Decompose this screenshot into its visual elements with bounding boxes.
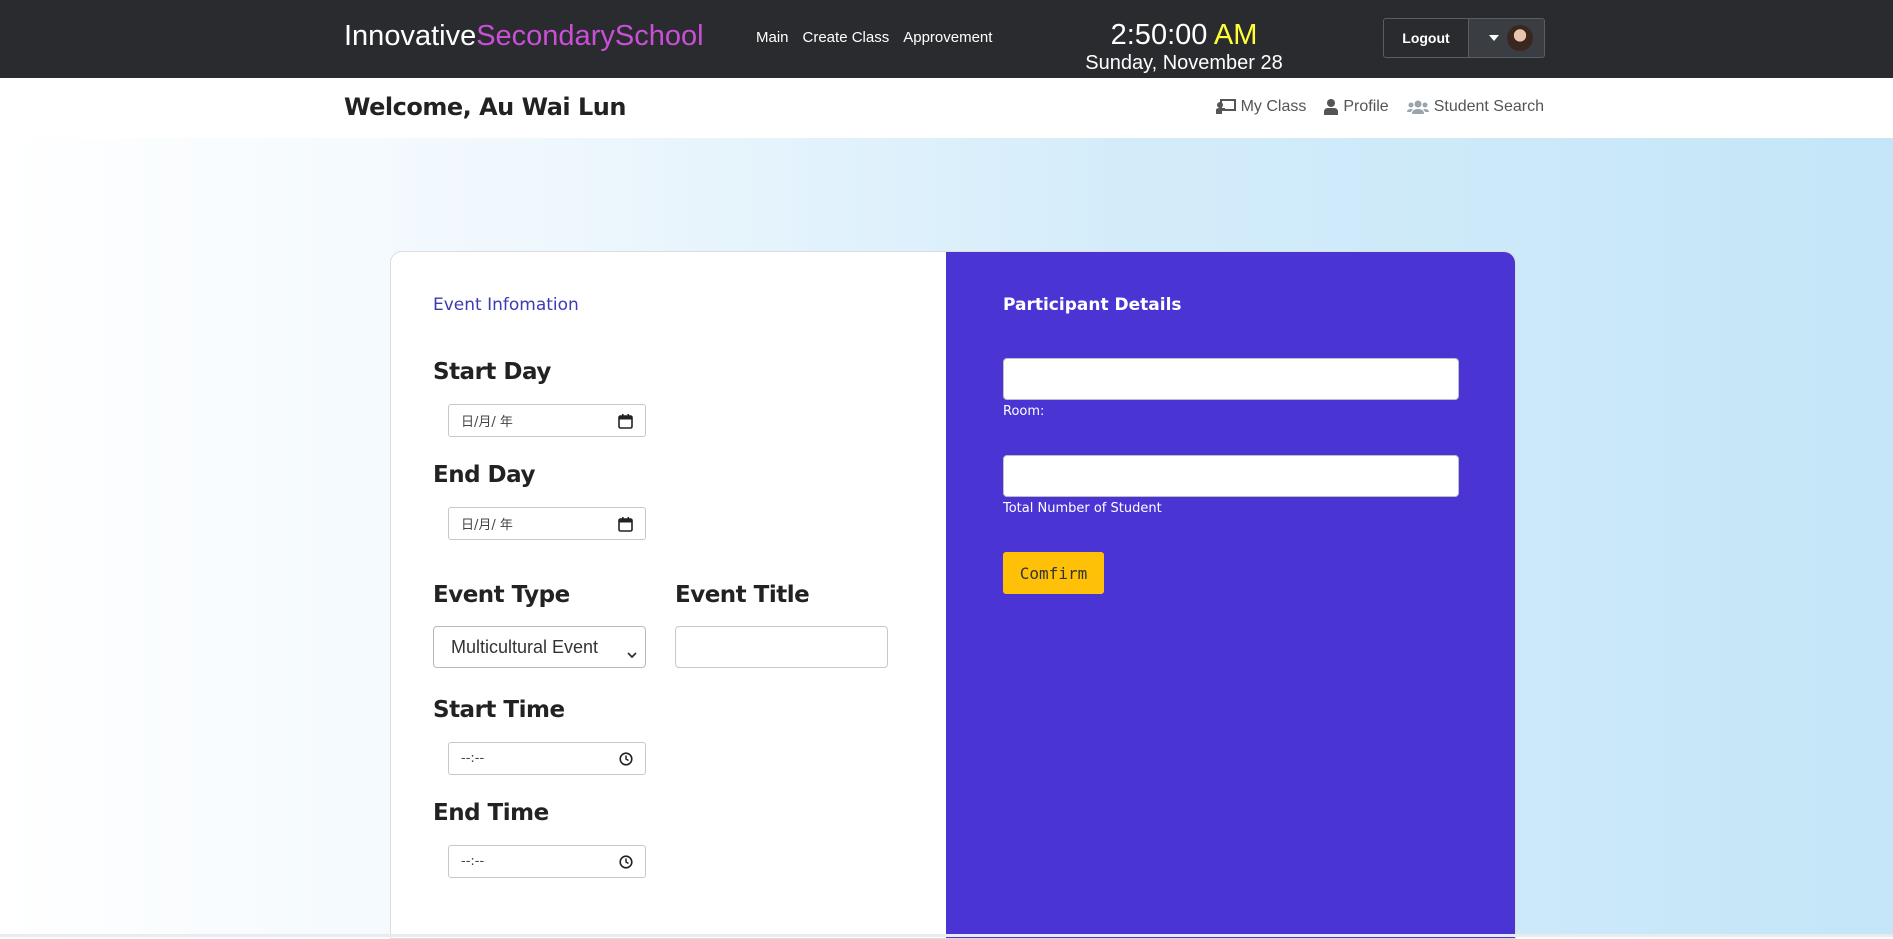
- nav-link-main[interactable]: Main: [756, 29, 789, 46]
- start-time-placeholder: --:--: [461, 751, 485, 766]
- link-student-search[interactable]: Student Search: [1406, 98, 1544, 116]
- clock-icon[interactable]: [619, 855, 633, 873]
- event-type-select[interactable]: Multicultural Event: [433, 626, 646, 668]
- main-nav: Main Create Class Approvement: [756, 29, 992, 46]
- confirm-button[interactable]: Comfirm: [1003, 552, 1104, 594]
- event-type-label: Event Type: [433, 582, 570, 608]
- user-icon: [1324, 99, 1339, 115]
- event-form-card: Event Infomation Start Day 日/月/ 年 End Da…: [390, 251, 1516, 939]
- event-type-value: Multicultural Event: [451, 636, 599, 657]
- chevron-down-icon: [627, 643, 637, 664]
- end-time-input[interactable]: --:--: [448, 845, 646, 878]
- clock-time: 2:50:00: [1110, 19, 1208, 51]
- link-profile-label: Profile: [1343, 98, 1389, 115]
- logout-button[interactable]: Logout: [1383, 18, 1469, 58]
- avatar: [1507, 25, 1533, 51]
- event-title-input[interactable]: [675, 626, 888, 668]
- room-caption: Room:: [1003, 404, 1045, 419]
- end-time-label: End Time: [433, 800, 549, 826]
- start-time-label: Start Time: [433, 697, 565, 723]
- event-info-title: Event Infomation: [433, 295, 579, 315]
- welcome-message: Welcome, Au Wai Lun: [344, 93, 626, 121]
- sub-header: Welcome, Au Wai Lun My Class Profile Stu…: [0, 78, 1893, 138]
- start-day-label: Start Day: [433, 359, 551, 385]
- clock-time-row: 2:50:00 AM: [1078, 18, 1290, 52]
- participant-details-pane: Participant Details Room: Total Number o…: [946, 252, 1515, 938]
- caret-down-icon: [1489, 35, 1499, 41]
- end-time-placeholder: --:--: [461, 854, 485, 869]
- users-icon: [1406, 99, 1429, 115]
- chalkboard-teacher-icon: [1215, 99, 1236, 115]
- clock-icon[interactable]: [619, 752, 633, 770]
- top-navbar: InnovativeSecondarySchool Main Create Cl…: [0, 0, 1893, 78]
- total-students-input[interactable]: [1003, 455, 1459, 497]
- nav-link-approvement[interactable]: Approvement: [903, 29, 992, 46]
- brand-logo[interactable]: InnovativeSecondarySchool: [344, 20, 704, 53]
- brand-accent: SecondarySchool: [476, 20, 704, 52]
- event-title-label: Event Title: [675, 582, 810, 608]
- room-input[interactable]: [1003, 358, 1459, 400]
- brand-primary: Innovative: [344, 20, 477, 52]
- start-day-input[interactable]: 日/月/ 年: [448, 404, 646, 437]
- link-my-class-label: My Class: [1240, 98, 1307, 115]
- start-day-placeholder: 日/月/ 年: [461, 415, 513, 430]
- nav-link-create-class[interactable]: Create Class: [803, 29, 890, 46]
- clock-date: Sunday, November 28: [1085, 52, 1283, 74]
- link-student-search-label: Student Search: [1433, 98, 1544, 115]
- total-students-caption: Total Number of Student: [1003, 501, 1162, 516]
- clock: 2:50:00 AM Sunday, November 28: [1078, 18, 1290, 74]
- event-info-pane: Event Infomation Start Day 日/月/ 年 End Da…: [391, 252, 946, 938]
- user-menu: Logout: [1383, 18, 1545, 58]
- calendar-icon[interactable]: [618, 414, 633, 433]
- link-my-class[interactable]: My Class: [1215, 98, 1307, 116]
- end-day-input[interactable]: 日/月/ 年: [448, 507, 646, 540]
- user-dropdown-toggle[interactable]: [1469, 18, 1545, 58]
- start-time-input[interactable]: --:--: [448, 742, 646, 775]
- end-day-label: End Day: [433, 462, 535, 488]
- link-profile[interactable]: Profile: [1324, 98, 1389, 116]
- clock-ampm: AM: [1213, 19, 1258, 51]
- quick-links: My Class Profile Student Search: [1215, 98, 1544, 116]
- participant-details-title: Participant Details: [1003, 295, 1182, 315]
- calendar-icon[interactable]: [618, 517, 633, 536]
- end-day-placeholder: 日/月/ 年: [461, 518, 513, 533]
